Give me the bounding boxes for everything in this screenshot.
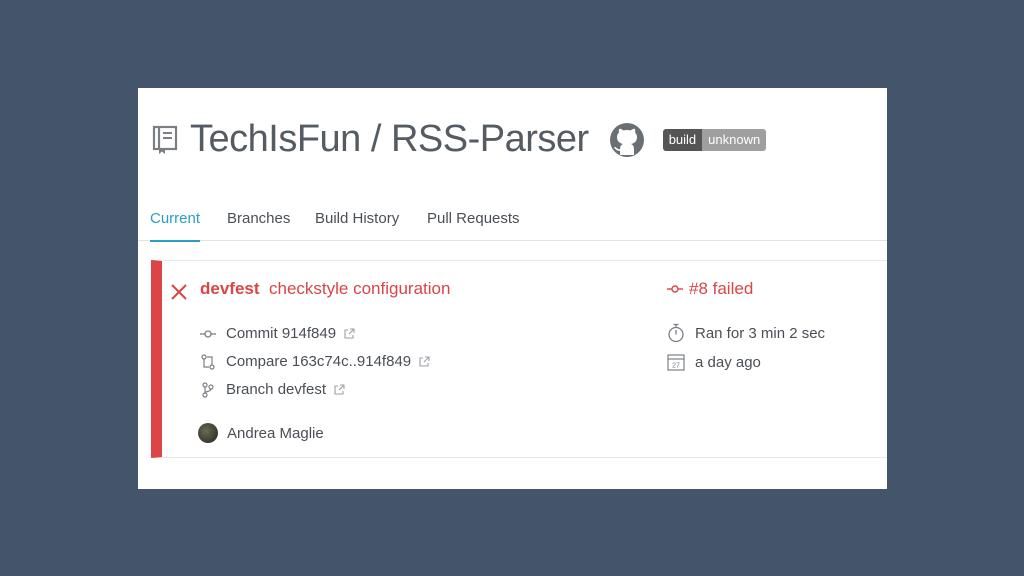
build-status-text: #8 failed [689,279,754,298]
build-commit-message: checkstyle configuration [269,279,451,298]
tab-bar: Current Branches Build History Pull Requ… [138,208,887,242]
finished-text: a day ago [695,353,761,371]
tab-build-history[interactable]: Build History [315,208,399,240]
external-link-icon [344,328,355,339]
external-link-icon [419,356,430,367]
commit-icon [200,329,216,338]
external-link-icon [334,384,345,395]
branch-icon [202,381,214,398]
compare-link[interactable]: Compare 163c74c..914f849 [200,353,430,370]
calendar-icon: 27 [667,354,685,371]
badge-label: build [662,128,703,151]
failed-x-icon [171,284,187,300]
compare-text: Compare 163c74c..914f849 [226,353,412,370]
stopwatch-icon [668,323,684,343]
build-author: Andrea Maglie [198,423,324,443]
branch-text: Branch devfest [226,381,327,398]
current-build: devfest checkstyle configuration #8 fail… [151,260,887,458]
tab-pull-requests[interactable]: Pull Requests [427,208,520,240]
calendar-day: 27 [672,363,680,370]
commit-link[interactable]: Commit 914f849 [200,325,355,342]
commit-text: Commit 914f849 [226,325,337,342]
branch-link[interactable]: Branch devfest [200,381,345,398]
avatar [198,423,218,443]
build-card: TechIsFun / RSS-Parser build unknown Cur… [138,88,887,489]
build-branch-name[interactable]: devfest [200,279,260,299]
github-icon[interactable] [609,122,645,158]
repo-header: TechIsFun / RSS-Parser build unknown [152,118,767,161]
author-name: Andrea Maglie [227,424,324,442]
build-duration: Ran for 3 min 2 sec [667,323,825,343]
duration-text: Ran for 3 min 2 sec [695,324,826,342]
repo-title[interactable]: TechIsFun / RSS-Parser [190,118,589,161]
build-status[interactable]: #8 failed [667,279,753,299]
tab-branches[interactable]: Branches [227,208,290,240]
commit-icon [667,285,683,293]
repo-book-icon [152,125,178,154]
badge-value: unknown [702,128,767,151]
tab-current[interactable]: Current [150,208,201,242]
build-status-badge[interactable]: build unknown [662,128,767,151]
build-finished: 27 a day ago [667,353,761,371]
compare-icon [201,353,215,370]
